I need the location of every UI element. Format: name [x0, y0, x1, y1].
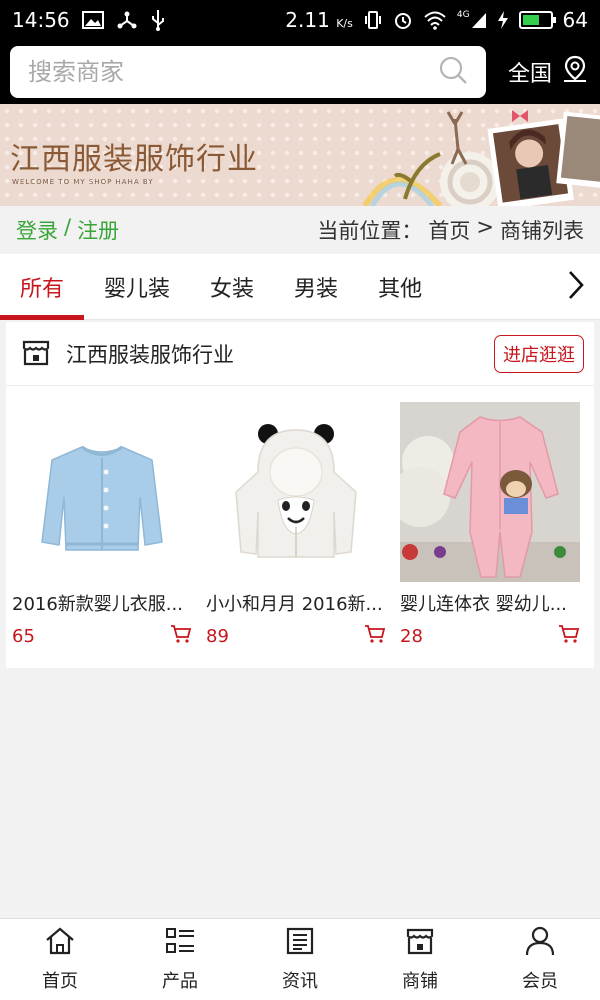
nav-home[interactable]: 首页 [0, 919, 120, 1000]
alarm-icon [393, 10, 413, 30]
tab-womens-clothing[interactable]: 女装 [190, 254, 274, 320]
product-name[interactable]: 婴儿连体衣 婴幼儿... [400, 590, 580, 616]
banner-decoration [362, 110, 600, 206]
gallery-icon [81, 11, 104, 29]
product-item[interactable]: 小小和月月 2016新... 89 [206, 402, 386, 648]
cart-icon[interactable] [364, 624, 386, 648]
list-icon [164, 926, 196, 961]
vibrate-icon [363, 10, 383, 30]
nav-products[interactable]: 产品 [120, 919, 240, 1000]
nav-news[interactable]: 资讯 [240, 919, 360, 1000]
nav-label: 会员 [522, 971, 558, 992]
search-input[interactable] [28, 58, 438, 86]
search-icon[interactable] [438, 55, 468, 89]
shop-card: 江西服装服饰行业 进店逛逛 2016新款婴儿衣服... 65 小小和月月 201… [6, 322, 594, 668]
breadcrumb: 当前位置： 首页 > 商铺列表 [317, 215, 584, 245]
store-icon [20, 336, 52, 372]
tab-other[interactable]: 其他 [358, 254, 442, 320]
charging-icon [497, 10, 509, 30]
product-name[interactable]: 2016新款婴儿衣服... [12, 590, 192, 616]
region-selector[interactable]: 全国 [508, 54, 590, 90]
product-price: 28 [400, 625, 423, 647]
store-icon [404, 926, 436, 961]
breadcrumb-current: 商铺列表 [500, 219, 584, 243]
product-price: 89 [206, 625, 229, 647]
tab-baby-clothing[interactable]: 婴儿装 [84, 254, 190, 320]
home-icon [44, 926, 76, 961]
category-tabs: 所有 婴儿装 女装 男装 其他 [0, 254, 600, 320]
product-image-white-bear-hoodie[interactable] [206, 402, 386, 582]
location-pin-icon [560, 54, 590, 90]
battery-icon [518, 11, 556, 29]
login-link[interactable]: 登录 [16, 215, 58, 245]
cell-signal-icon: 4G [457, 11, 487, 29]
nav-label: 首页 [42, 971, 78, 992]
shop-banner: 江西服装服饰行业 WELCOME TO MY SHOP HAHA BY [0, 104, 600, 206]
usb-icon [150, 9, 166, 31]
tab-all[interactable]: 所有 [0, 254, 85, 320]
tab-mens-clothing[interactable]: 男装 [274, 254, 358, 320]
status-bar: 14:56 2.11 K/s 4G 64 [0, 0, 600, 40]
location-bar: 登录 / 注册 当前位置： 首页 > 商铺列表 [0, 206, 600, 254]
bottom-nav: 首页 产品 资讯 商铺 会员 [0, 918, 600, 1000]
clock: 14:56 [12, 8, 70, 32]
region-label: 全国 [507, 62, 552, 87]
cart-icon[interactable] [170, 624, 192, 648]
nav-member[interactable]: 会员 [480, 919, 600, 1000]
breadcrumb-prefix: 当前位置： [317, 219, 423, 243]
battery-level: 64 [562, 8, 588, 32]
network-speed: 2.11 K/s [285, 8, 353, 32]
breadcrumb-separator: > [476, 215, 494, 239]
nav-shops[interactable]: 商铺 [360, 919, 480, 1000]
shop-header: 江西服装服饰行业 进店逛逛 [6, 322, 594, 386]
product-item[interactable]: 2016新款婴儿衣服... 65 [12, 402, 192, 648]
shop-name[interactable]: 江西服装服饰行业 [66, 339, 234, 369]
product-name[interactable]: 小小和月月 2016新... [206, 590, 386, 616]
product-image-pink-romper[interactable] [400, 402, 580, 582]
search-box[interactable] [10, 46, 486, 98]
news-icon [284, 926, 316, 961]
search-header: 全国 [0, 40, 600, 104]
product-price: 65 [12, 625, 35, 647]
nav-label: 商铺 [402, 971, 438, 992]
nav-label: 资讯 [282, 971, 318, 992]
cart-icon[interactable] [558, 624, 580, 648]
user-icon [524, 926, 556, 961]
product-list: 2016新款婴儿衣服... 65 小小和月月 2016新... 89 婴儿连体衣… [6, 386, 594, 648]
auth-links: 登录 / 注册 [16, 215, 119, 245]
nav-label: 产品 [162, 971, 198, 992]
tabs-scroll-right-button[interactable] [552, 254, 600, 320]
product-image-blue-cardigan[interactable] [12, 402, 192, 582]
wifi-icon [423, 10, 447, 30]
visit-shop-button[interactable]: 进店逛逛 [494, 334, 584, 373]
product-item[interactable]: 婴儿连体衣 婴幼儿... 28 [400, 402, 580, 648]
breadcrumb-home[interactable]: 首页 [428, 215, 470, 245]
register-link[interactable]: 注册 [77, 215, 119, 245]
chevron-right-icon [567, 270, 585, 304]
share-icon [116, 10, 138, 30]
auth-separator: / [64, 215, 72, 239]
